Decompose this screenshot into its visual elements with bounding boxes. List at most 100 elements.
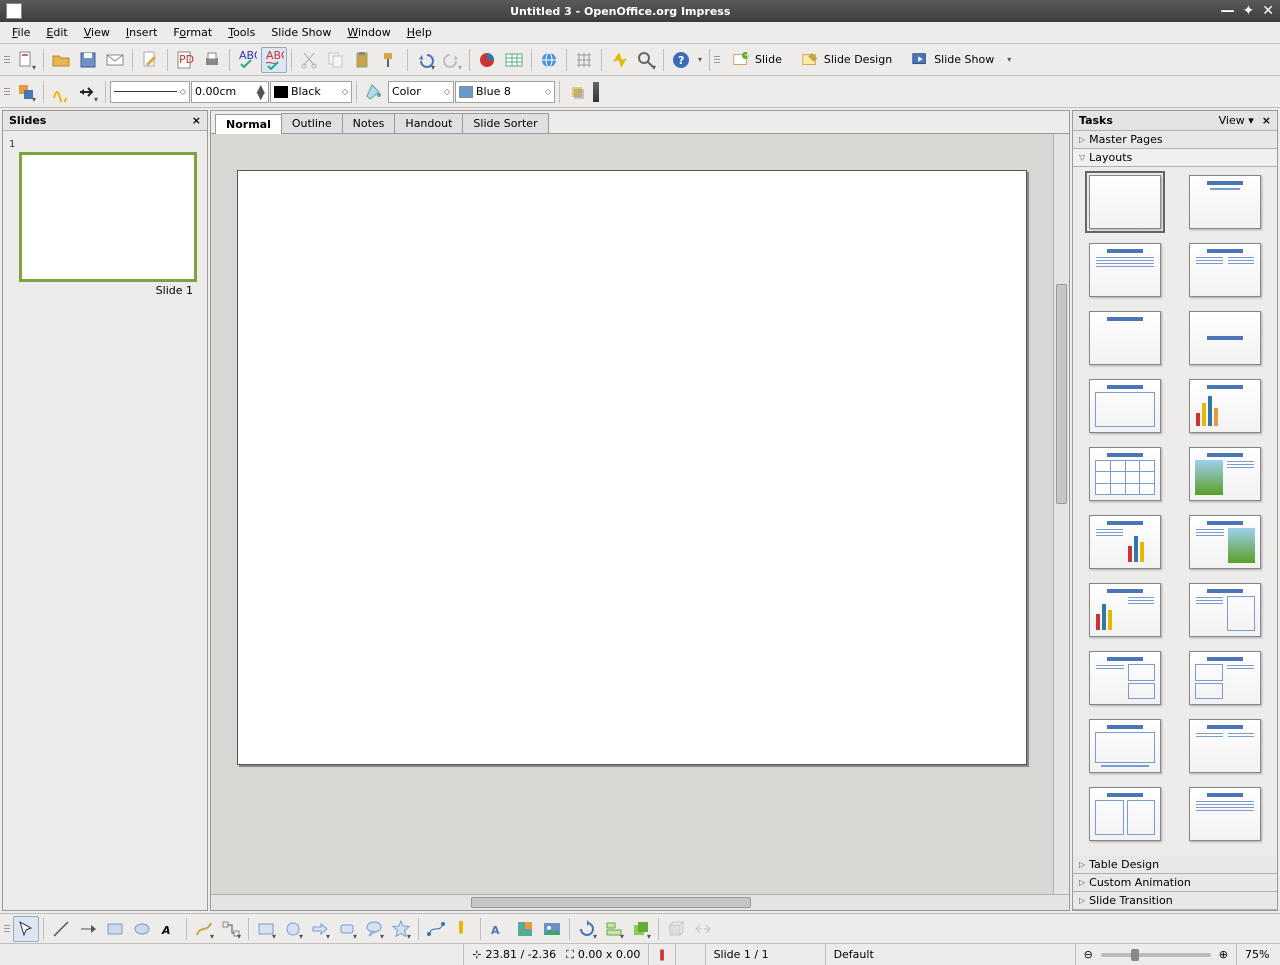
insert-slide-button[interactable]: +Slide: [723, 47, 791, 73]
menu-tools[interactable]: Tools: [220, 24, 263, 41]
tab-notes[interactable]: Notes: [342, 113, 396, 133]
maximize-button[interactable]: ✦: [1243, 3, 1255, 19]
status-zoom-value[interactable]: 75%: [1236, 944, 1280, 965]
tasks-view-menu[interactable]: View ▾: [1219, 114, 1254, 127]
layout-chart[interactable]: [1189, 379, 1261, 433]
table-button[interactable]: [501, 47, 527, 73]
menu-format[interactable]: Format: [165, 24, 220, 41]
from-file-tool[interactable]: [512, 916, 538, 942]
line-style-combo[interactable]: ◇: [110, 81, 190, 103]
format-paintbrush-button[interactable]: [377, 47, 403, 73]
slides-panel-close[interactable]: ×: [192, 114, 201, 127]
zoom-out-icon[interactable]: ⊖: [1084, 948, 1093, 961]
auto-spellcheck-button[interactable]: ABC: [261, 47, 287, 73]
rotate-tool[interactable]: [574, 916, 600, 942]
callouts-tool[interactable]: [361, 916, 387, 942]
fontwork-tool[interactable]: A: [485, 916, 511, 942]
block-arrows-tool[interactable]: [307, 916, 333, 942]
layout-2text[interactable]: [1089, 719, 1161, 773]
line-tool[interactable]: [48, 916, 74, 942]
close-button[interactable]: ✕: [1262, 3, 1274, 19]
vertical-scrollbar[interactable]: [1053, 134, 1069, 894]
menu-help[interactable]: Help: [399, 24, 440, 41]
toolbar-handle-2[interactable]: [714, 48, 720, 72]
zoom-slider[interactable]: [1101, 953, 1211, 957]
horizontal-scrollbar[interactable]: [211, 894, 1069, 910]
status-zoom-controls[interactable]: ⊖ ⊕: [1075, 944, 1236, 965]
menu-view[interactable]: View: [76, 24, 118, 41]
menu-insert[interactable]: Insert: [118, 24, 166, 41]
basic-shapes-tool[interactable]: [253, 916, 279, 942]
gluepoints-tool[interactable]: [450, 916, 476, 942]
interaction-tool[interactable]: [690, 916, 716, 942]
tab-outline[interactable]: Outline: [281, 113, 343, 133]
area-button[interactable]: [361, 79, 387, 105]
layout-title[interactable]: [1189, 175, 1261, 229]
zoom-in-icon[interactable]: ⊕: [1219, 948, 1228, 961]
curve-tool[interactable]: [191, 916, 217, 942]
slide-thumbnail-1[interactable]: [19, 152, 197, 282]
layout-title-content[interactable]: [1089, 243, 1161, 297]
toolbar-handle-3[interactable]: [4, 80, 10, 104]
flowchart-tool[interactable]: [334, 916, 360, 942]
tab-handout[interactable]: Handout: [394, 113, 463, 133]
rectangle-tool[interactable]: [102, 916, 128, 942]
stars-tool[interactable]: [388, 916, 414, 942]
layout-title-only[interactable]: [1089, 311, 1161, 365]
copy-button[interactable]: [323, 47, 349, 73]
layout-centered[interactable]: [1189, 311, 1261, 365]
hyperlink-button[interactable]: [536, 47, 562, 73]
symbol-shapes-tool[interactable]: [280, 916, 306, 942]
arrange-button[interactable]: [13, 79, 39, 105]
chart-button[interactable]: [474, 47, 500, 73]
grid-button[interactable]: [571, 47, 597, 73]
print-button[interactable]: [199, 47, 225, 73]
arrow-tool[interactable]: [75, 916, 101, 942]
connector-tool[interactable]: [218, 916, 244, 942]
export-pdf-button[interactable]: PDF: [172, 47, 198, 73]
edit-file-button[interactable]: [137, 47, 163, 73]
canvas-viewport[interactable]: [211, 134, 1053, 894]
layout-4obj[interactable]: [1189, 719, 1261, 773]
line-width-spin[interactable]: 0.00cm▲▼: [191, 81, 269, 103]
layout-two-content[interactable]: [1189, 243, 1261, 297]
undo-button[interactable]: [412, 47, 438, 73]
section-table-design[interactable]: ▷Table Design: [1073, 856, 1277, 874]
zoom-button[interactable]: [633, 47, 659, 73]
line-style-button[interactable]: [48, 79, 74, 105]
section-layouts[interactable]: ▽Layouts: [1073, 149, 1277, 167]
layout-obj-text-obj[interactable]: [1189, 651, 1261, 705]
points-tool[interactable]: [423, 916, 449, 942]
align-tool[interactable]: [601, 916, 627, 942]
help-button[interactable]: ?: [668, 47, 694, 73]
fill-mode-combo[interactable]: Color◇: [388, 81, 454, 103]
section-master-pages[interactable]: ▷Master Pages: [1073, 131, 1277, 149]
ellipse-tool[interactable]: [129, 916, 155, 942]
gallery-tool[interactable]: [539, 916, 565, 942]
slide-canvas[interactable]: [237, 170, 1027, 765]
tab-slidesorter[interactable]: Slide Sorter: [462, 113, 548, 133]
line-color-combo[interactable]: Black◇: [270, 81, 352, 103]
shadow-button[interactable]: [564, 79, 590, 105]
layout-clipart-text[interactable]: [1189, 447, 1261, 501]
layout-6obj[interactable]: [1189, 787, 1261, 841]
open-button[interactable]: [48, 47, 74, 73]
navigator-button[interactable]: [606, 47, 632, 73]
section-custom-animation[interactable]: ▷Custom Animation: [1073, 874, 1277, 892]
menu-edit[interactable]: Edit: [38, 24, 75, 41]
email-button[interactable]: [102, 47, 128, 73]
layout-title-2content-text[interactable]: [1089, 787, 1161, 841]
extrusion-tool[interactable]: [663, 916, 689, 942]
slide-design-button[interactable]: Slide Design: [792, 47, 901, 73]
layout-text-chart[interactable]: [1089, 515, 1161, 569]
menu-slideshow[interactable]: Slide Show: [263, 24, 339, 41]
layout-chart-text[interactable]: [1089, 583, 1161, 637]
menu-file[interactable]: File: [4, 24, 38, 41]
toolbar-overflow-2[interactable]: ▾: [1004, 47, 1014, 73]
minimize-button[interactable]: —: [1221, 3, 1235, 19]
section-slide-transition[interactable]: ▷Slide Transition: [1073, 892, 1277, 910]
toolbar-end-grip[interactable]: [593, 82, 599, 102]
layout-text-2obj[interactable]: [1089, 651, 1161, 705]
redo-button[interactable]: [439, 47, 465, 73]
toolbar-overflow[interactable]: ▾: [695, 47, 705, 73]
